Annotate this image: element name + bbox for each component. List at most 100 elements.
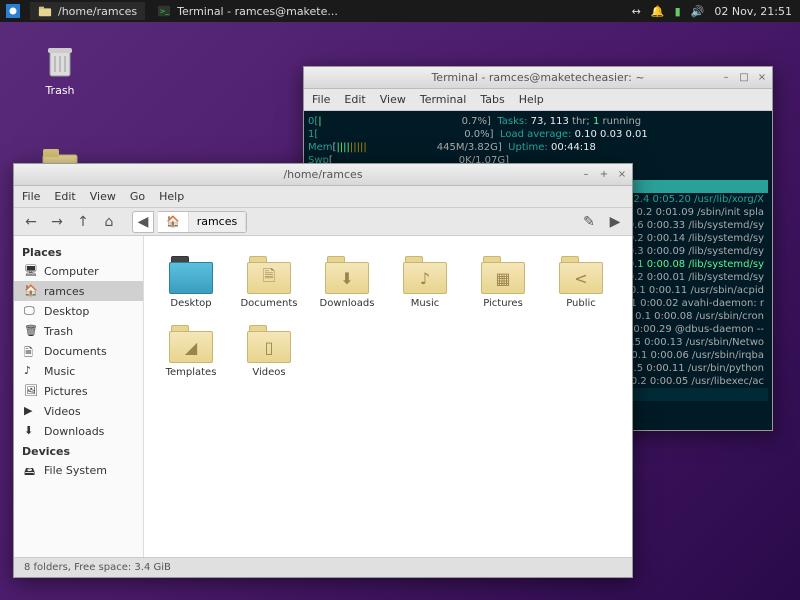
sidebar-item[interactable]: ⬇Downloads: [14, 421, 143, 441]
folder-label: Pictures: [468, 298, 538, 309]
filemgr-sidebar: Places 🖥 Computer 🏠 ramces 🖵 Desktop 🗑Trash 🗎 Do…: [14, 236, 144, 557]
notification-icon[interactable]: 🔔: [651, 5, 665, 18]
menu-view[interactable]: View: [380, 93, 406, 106]
folder-item[interactable]: ⬇Downloads: [312, 254, 382, 309]
folder-icon: [167, 254, 215, 294]
download-icon: ⬇: [24, 424, 38, 438]
battery-icon[interactable]: ▮: [675, 5, 681, 18]
sidebar-item[interactable]: 🗑Trash: [14, 321, 143, 341]
taskbar-label: /home/ramces: [58, 5, 137, 18]
music-icon: ♪: [24, 364, 38, 378]
maximize-button[interactable]: □: [738, 72, 750, 84]
sidebar-item[interactable]: 🖴 File System: [14, 460, 143, 480]
minimize-button[interactable]: –: [580, 169, 592, 181]
terminal-icon: >_: [157, 4, 171, 18]
places-header: Places: [14, 242, 143, 261]
volume-icon[interactable]: 🔊: [691, 5, 705, 18]
sidebar-item-label: File System: [44, 464, 107, 477]
menu-help[interactable]: Help: [519, 93, 544, 106]
window-title: Terminal - ramces@maketecheasier: ~: [431, 71, 644, 84]
close-button[interactable]: ×: [756, 72, 768, 84]
path-back-button[interactable]: ◀: [132, 211, 154, 233]
desktop-trash[interactable]: Trash: [40, 40, 80, 97]
menu-tabs[interactable]: Tabs: [480, 93, 504, 106]
next-button[interactable]: ▶: [604, 211, 626, 233]
sidebar-item[interactable]: ♪ Music: [14, 361, 143, 381]
sidebar-item-label: Computer: [44, 265, 99, 278]
close-button[interactable]: ×: [616, 169, 628, 181]
edit-path-button[interactable]: ✎: [578, 211, 600, 233]
folder-item[interactable]: < Public: [546, 254, 616, 309]
start-menu-icon[interactable]: [6, 4, 20, 18]
maximize-button[interactable]: +: [598, 169, 610, 181]
network-icon[interactable]: ↔: [632, 5, 641, 18]
path-current[interactable]: ramces: [189, 212, 247, 232]
menu-terminal[interactable]: Terminal: [420, 93, 467, 106]
folder-icon: ▦: [479, 254, 527, 294]
sidebar-item-label: Trash: [44, 325, 73, 338]
sidebar-item-label: Music: [44, 365, 75, 378]
folder-item[interactable]: ▦ Pictures: [468, 254, 538, 309]
sidebar-item-label: ramces: [44, 285, 85, 298]
sidebar-item[interactable]: 🏠 ramces: [14, 281, 143, 301]
path-home[interactable]: 🏠: [158, 212, 189, 232]
doc-icon: 🗎: [24, 344, 38, 358]
path-bar[interactable]: 🏠 ramces: [158, 211, 247, 233]
computer-icon: 🖥: [24, 264, 38, 278]
taskbar-item-filemgr[interactable]: /home/ramces: [30, 2, 145, 20]
folder-label: Public: [546, 298, 616, 309]
drive-icon: 🖴: [24, 463, 38, 477]
sidebar-item-label: Documents: [44, 345, 107, 358]
back-button[interactable]: ←: [20, 211, 42, 233]
sidebar-item[interactable]: 🖵 Desktop: [14, 301, 143, 321]
home-icon: 🏠: [24, 284, 38, 298]
menu-file[interactable]: File: [312, 93, 330, 106]
sidebar-item-label: Desktop: [44, 305, 89, 318]
desktop-icon: 🖵: [24, 304, 38, 318]
terminal-titlebar[interactable]: Terminal - ramces@maketecheasier: ~ – □ …: [304, 67, 772, 89]
sidebar-item[interactable]: 🖼Pictures: [14, 381, 143, 401]
status-text: 8 folders, Free space: 3.4 GiB: [24, 562, 171, 573]
home-button[interactable]: ⌂: [98, 211, 120, 233]
window-title: /home/ramces: [283, 168, 362, 181]
trash-icon: [40, 40, 80, 80]
filemgr-icongrid[interactable]: Desktop🗎Documents⬇Downloads ♪ Music ▦ Pictur…: [144, 236, 632, 557]
devices-header: Devices: [14, 441, 143, 460]
menu-file[interactable]: File: [22, 190, 40, 203]
menu-help[interactable]: Help: [159, 190, 184, 203]
folder-item[interactable]: 🗎Documents: [234, 254, 304, 309]
folder-item[interactable]: Desktop: [156, 254, 226, 309]
folder-icon: <: [557, 254, 605, 294]
folder-item[interactable]: ▯Videos: [234, 323, 304, 378]
trash-label: Trash: [40, 84, 80, 97]
filemgr-statusbar: 8 folders, Free space: 3.4 GiB: [14, 557, 632, 577]
sidebar-item-label: Pictures: [44, 385, 88, 398]
taskbar-item-terminal[interactable]: >_ Terminal - ramces@makete...: [149, 2, 346, 20]
sidebar-item[interactable]: ▶Videos: [14, 401, 143, 421]
filemgr-toolbar: ← → ↑ ⌂ ◀ 🏠 ramces ✎ ▶: [14, 208, 632, 236]
video-icon: ▶: [24, 404, 38, 418]
folder-icon: ⬇: [323, 254, 371, 294]
filemgr-titlebar[interactable]: /home/ramces – + ×: [14, 164, 632, 186]
sidebar-item[interactable]: 🖥 Computer: [14, 261, 143, 281]
forward-button[interactable]: →: [46, 211, 68, 233]
panel-taskbar: /home/ramces >_ Terminal - ramces@makete…: [0, 2, 346, 20]
sidebar-item[interactable]: 🗎 Documents: [14, 341, 143, 361]
svg-text:>_: >_: [160, 8, 170, 16]
menu-go[interactable]: Go: [130, 190, 145, 203]
folder-label: Music: [390, 298, 460, 309]
menu-edit[interactable]: Edit: [54, 190, 75, 203]
menu-edit[interactable]: Edit: [344, 93, 365, 106]
menu-view[interactable]: View: [90, 190, 116, 203]
folder-label: Templates: [156, 367, 226, 378]
clock[interactable]: 02 Nov, 21:51: [714, 5, 792, 18]
folder-icon: ♪: [401, 254, 449, 294]
filemgr-menubar: File Edit View Go Help: [14, 186, 632, 208]
folder-item[interactable]: ♪ Music: [390, 254, 460, 309]
minimize-button[interactable]: –: [720, 72, 732, 84]
folder-item[interactable]: ◢ Templates: [156, 323, 226, 378]
terminal-menubar: File Edit View Terminal Tabs Help: [304, 89, 772, 111]
up-button[interactable]: ↑: [72, 211, 94, 233]
folder-icon: [38, 4, 52, 18]
folder-icon: ◢: [167, 323, 215, 363]
